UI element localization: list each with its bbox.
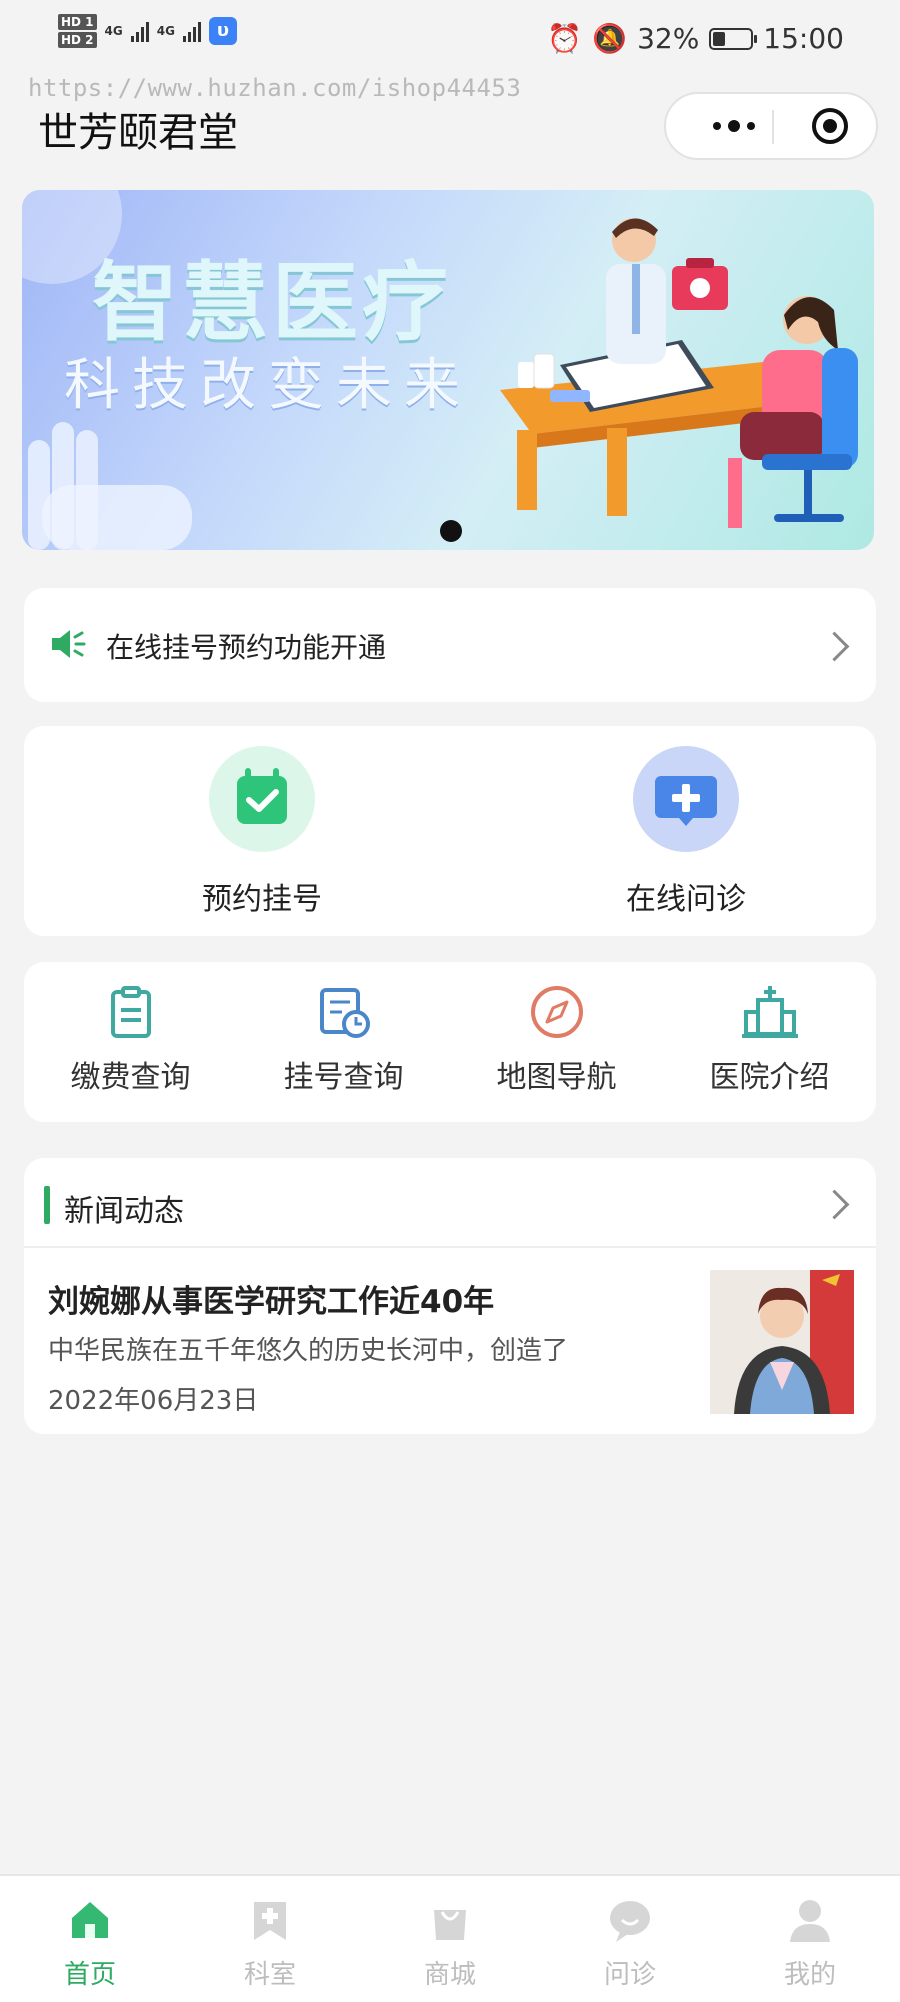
tab-home[interactable]: 首页 bbox=[0, 1876, 180, 1991]
status-left: HD 1 HD 2 4G 4G υ bbox=[58, 14, 237, 48]
shop-bag-icon bbox=[434, 1910, 466, 1940]
compass-icon bbox=[530, 986, 583, 1038]
battery-fill bbox=[713, 31, 726, 46]
quick-link-registration-query[interactable]: 挂号查询 bbox=[237, 982, 450, 1096]
chevron-right-icon bbox=[819, 631, 850, 662]
network2-label: 4G bbox=[156, 24, 175, 38]
news-summary: 中华民族在五千年悠久的历史长河中，创造了 bbox=[48, 1336, 569, 1366]
news-section: 新闻动态 刘婉娜从事医学研究工作近40年 中华民族在五千年悠久的历史长河中，创造… bbox=[24, 1158, 876, 1434]
clipboard-icon bbox=[110, 986, 151, 1038]
sim1-badge: HD 1 bbox=[58, 14, 97, 30]
mute-icon: 🔕 bbox=[592, 22, 628, 55]
schedule-icon bbox=[319, 988, 370, 1038]
tab-label: 商城 bbox=[423, 1960, 476, 1990]
department-icon bbox=[254, 1902, 286, 1940]
page-title: 世芳颐君堂 bbox=[38, 110, 238, 156]
news-date: 2022年06月23日 bbox=[48, 1386, 259, 1416]
news-section-title: 新闻动态 bbox=[64, 1194, 184, 1229]
more-menu-button[interactable] bbox=[696, 94, 772, 158]
more-dot bbox=[747, 122, 755, 130]
quick-link-payment[interactable]: 缴费查询 bbox=[24, 982, 237, 1096]
signal2-icon bbox=[182, 20, 201, 42]
hero-banner[interactable]: 智慧医疗 科技改变未来 bbox=[22, 190, 874, 550]
section-accent-bar bbox=[44, 1186, 50, 1224]
quick-link-label: 挂号查询 bbox=[283, 1060, 404, 1095]
close-target-icon[interactable] bbox=[810, 106, 850, 146]
network1-label: 4G bbox=[104, 24, 123, 38]
quick-link-label: 地图导航 bbox=[496, 1060, 617, 1095]
watermark: https://www.huzhan.com/ishop44453 bbox=[28, 74, 522, 102]
capsule-divider bbox=[772, 110, 774, 144]
service-label: 在线问诊 bbox=[626, 882, 746, 917]
banner-illustration bbox=[22, 190, 858, 550]
tab-label: 首页 bbox=[63, 1960, 116, 1990]
news-header[interactable]: 新闻动态 bbox=[24, 1158, 876, 1248]
news-title: 刘婉娜从事医学研究工作近40年 bbox=[48, 1284, 495, 1320]
consult-icon bbox=[610, 1901, 650, 1942]
speaker-icon bbox=[52, 630, 86, 658]
status-right: ⏰ 🔕 32% 15:00 bbox=[547, 22, 844, 55]
news-thumbnail bbox=[710, 1270, 854, 1414]
tab-consult[interactable]: 问诊 bbox=[540, 1876, 720, 1991]
status-bar: HD 1 HD 2 4G 4G υ ⏰ 🔕 32% 15:00 bbox=[0, 0, 900, 76]
quick-link-hospital-intro[interactable]: 医院介绍 bbox=[663, 982, 876, 1096]
announcement-bar[interactable]: 在线挂号预约功能开通 bbox=[24, 588, 876, 702]
service-online-consult[interactable]: 在线问诊 bbox=[556, 746, 816, 918]
quick-link-label: 医院介绍 bbox=[709, 1060, 830, 1095]
tab-shop[interactable]: 商城 bbox=[360, 1876, 540, 1991]
sim2-badge: HD 2 bbox=[58, 32, 97, 48]
alarm-icon: ⏰ bbox=[547, 22, 583, 55]
tab-departments[interactable]: 科室 bbox=[180, 1876, 360, 1991]
hospital-icon bbox=[741, 986, 798, 1038]
app-notification-icon: υ bbox=[208, 17, 237, 45]
service-appointment[interactable]: 预约挂号 bbox=[132, 746, 392, 918]
quick-link-label: 缴费查询 bbox=[70, 1060, 191, 1095]
tab-label: 问诊 bbox=[603, 1960, 656, 1990]
bottom-tab-bar: 首页 科室 商城 问诊 我的 bbox=[0, 1874, 900, 2002]
chevron-right-icon bbox=[819, 1189, 850, 1220]
calendar-check-icon bbox=[209, 746, 315, 852]
battery-icon bbox=[709, 27, 758, 50]
more-dot bbox=[728, 120, 740, 132]
user-icon bbox=[790, 1900, 830, 1942]
more-dot bbox=[713, 122, 721, 130]
tab-label: 我的 bbox=[783, 1960, 836, 1990]
signal1-icon bbox=[130, 20, 149, 42]
tab-label: 科室 bbox=[243, 1960, 296, 1990]
service-label: 预约挂号 bbox=[202, 882, 322, 917]
tab-profile[interactable]: 我的 bbox=[720, 1876, 900, 1991]
quick-links: 缴费查询 挂号查询 地图导航 医院介绍 bbox=[24, 962, 876, 1122]
carousel-indicator[interactable] bbox=[440, 520, 462, 542]
mini-program-capsule bbox=[664, 92, 878, 160]
clock: 15:00 bbox=[763, 22, 844, 55]
home-icon bbox=[72, 1902, 108, 1938]
battery-percent: 32% bbox=[637, 22, 700, 55]
announcement-text: 在线挂号预约功能开通 bbox=[106, 631, 387, 664]
primary-services: 预约挂号 在线问诊 bbox=[24, 726, 876, 936]
quick-link-map[interactable]: 地图导航 bbox=[450, 982, 663, 1096]
chat-plus-icon bbox=[633, 746, 739, 852]
